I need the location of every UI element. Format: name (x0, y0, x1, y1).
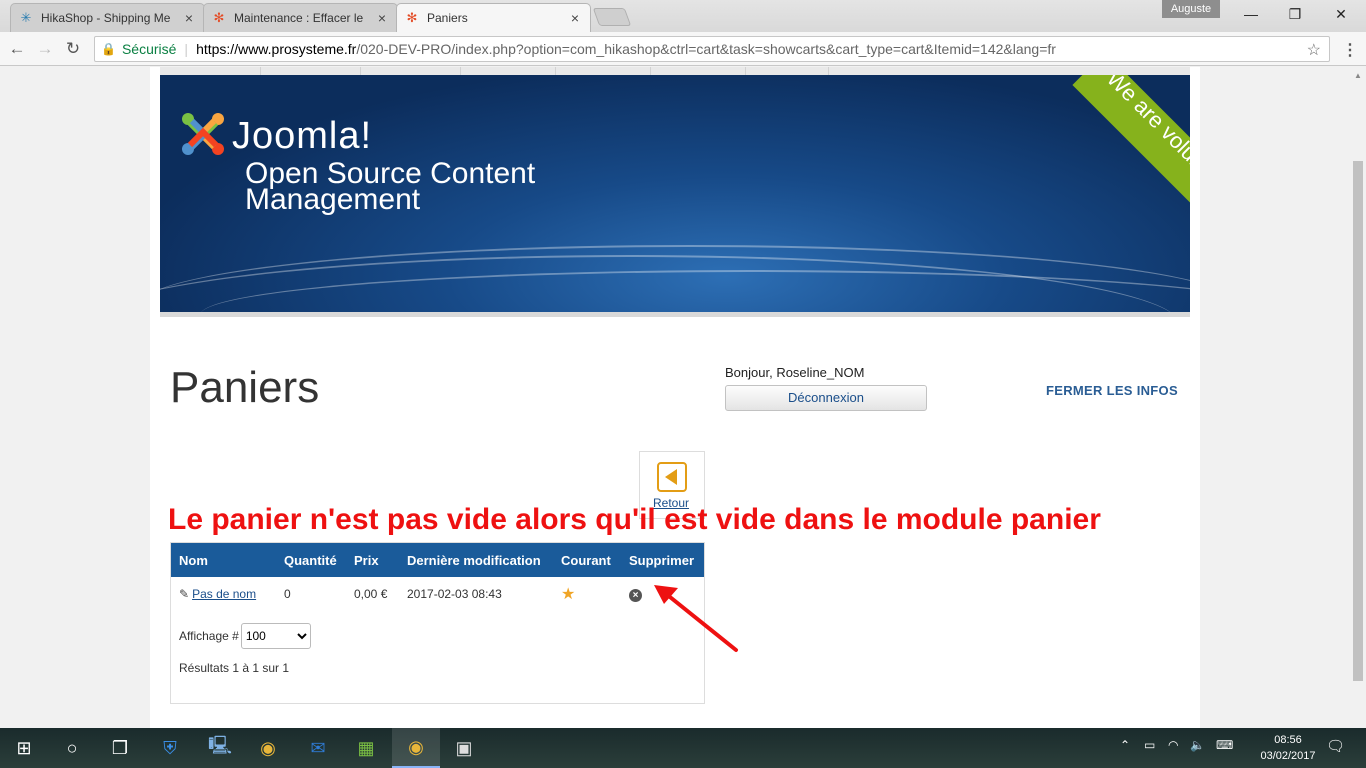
joomla-brand: Joomla! (232, 115, 373, 157)
joomla-icon: ✻ (213, 10, 225, 25)
network-pc-icon[interactable]: 🖳 (196, 728, 244, 768)
clock-time: 08:56 (1274, 734, 1302, 746)
studio-app-icon[interactable]: ▣ (440, 728, 488, 768)
defender-icon[interactable]: ⛨ (146, 728, 194, 768)
volunteers-ribbon: We are volunteers ! (1072, 75, 1190, 248)
task-view-icon[interactable]: ❐ (96, 728, 144, 768)
battery-icon[interactable]: ▭ (1144, 738, 1155, 752)
joomla-icon: ✻ (406, 10, 418, 25)
quantity-cell: 0 (284, 587, 291, 601)
notifications-icon[interactable]: 🗨 (1326, 737, 1345, 755)
tab-title: Paniers (427, 11, 468, 25)
taskbar-clock[interactable]: 08:56 03/02/2017 (1258, 732, 1318, 764)
outlook-icon[interactable]: ✉ (294, 728, 342, 768)
tab-maintenance[interactable]: ✻ Maintenance : Effacer le × (203, 3, 398, 32)
scrollbar-thumb[interactable] (1353, 161, 1363, 681)
banner-divider (160, 312, 1190, 317)
display-label: Affichage # (179, 629, 239, 643)
tab-paniers[interactable]: ✻ Paniers × (396, 3, 591, 32)
back-arrow-icon (657, 462, 687, 492)
minimize-icon[interactable]: — (1228, 4, 1274, 24)
forward-icon[interactable]: → (34, 38, 56, 60)
close-icon[interactable]: × (375, 10, 389, 26)
column-header[interactable]: Quantité (276, 543, 346, 577)
cart-list-panel: Nom Quantité Prix Dernière modification … (170, 542, 705, 704)
cart-name-link[interactable]: Pas de nom (192, 587, 256, 601)
lock-icon: 🔒 (101, 42, 116, 56)
current-cell: ★ (553, 577, 621, 611)
reload-icon[interactable]: ↻ (62, 38, 84, 60)
windows-taskbar: ⊞ ○ ❐ ⛨ 🖳 ◉ ✉ ▦ ◉ ▣ ⌃ ▭ ◠ 🔈 ⌨ 08:56 03/0… (0, 728, 1366, 768)
cart-table: Nom Quantité Prix Dernière modification … (171, 543, 704, 611)
browser-menu-icon[interactable]: ⋮ (1342, 40, 1358, 60)
restore-icon[interactable]: ❐ (1272, 4, 1318, 24)
secure-label: Sécurisé (121, 41, 177, 57)
divider: | (184, 41, 189, 57)
column-header[interactable]: Prix (346, 543, 399, 577)
tray-chevron-icon[interactable]: ⌃ (1120, 738, 1130, 752)
price-cell: 0,00 € (354, 587, 388, 601)
browser-toolbar: ← → ↻ 🔒 Sécurisé | https://www.prosystem… (0, 32, 1366, 66)
back-icon[interactable]: ← (6, 38, 28, 60)
close-info-link[interactable]: FERMER LES INFOS (1046, 383, 1178, 398)
cortana-icon[interactable]: ○ (48, 728, 96, 768)
table-header-row: Nom Quantité Prix Dernière modification … (171, 543, 704, 577)
tab-title: HikaShop - Shipping Me (41, 11, 171, 25)
keyboard-icon[interactable]: ⌨ (1216, 738, 1233, 752)
delete-icon[interactable]: × (629, 588, 642, 602)
chrome-icon[interactable]: ◉ (244, 728, 292, 768)
column-header[interactable]: Dernière modification (399, 543, 553, 577)
chrome-active-icon[interactable]: ◉ (392, 728, 440, 768)
column-header[interactable]: Nom (171, 543, 276, 577)
clock-date: 03/02/2017 (1260, 750, 1316, 762)
close-icon[interactable]: × (182, 10, 196, 26)
column-header[interactable]: Courant (553, 543, 621, 577)
tab-title: Maintenance : Effacer le (234, 11, 364, 25)
page-scrollbar[interactable]: ▲ (1350, 67, 1366, 728)
tagline-line2: Management (245, 183, 421, 216)
cart-name-cell: ✎ Pas de nom (171, 577, 276, 611)
column-header[interactable]: Supprimer (621, 543, 704, 577)
top-menu-strip[interactable] (160, 67, 1190, 75)
pagination-display: Affichage # 100 (179, 623, 311, 649)
url-host: https://www.prosysteme.fr (196, 41, 357, 57)
windows-start-icon[interactable]: ⊞ (0, 728, 48, 768)
red-arrow-annotation (654, 585, 738, 652)
joomla-logo-icon (182, 113, 224, 155)
close-window-icon[interactable]: ✕ (1318, 4, 1364, 24)
modified-cell: 2017-02-03 08:43 (407, 587, 502, 601)
edit-pencil-icon[interactable]: ✎ (179, 587, 189, 601)
results-count: Résultats 1 à 1 sur 1 (179, 661, 290, 675)
profile-badge[interactable]: Auguste (1162, 0, 1220, 18)
site-banner: Joomla! Open Source Content Management W… (160, 75, 1190, 312)
site-container: Joomla! Open Source Content Management W… (150, 67, 1200, 728)
banner-tagline: Open Source Content Management (245, 159, 535, 216)
wifi-icon[interactable]: ◠ (1168, 738, 1178, 752)
logout-button[interactable]: Déconnexion (725, 385, 927, 411)
bookmark-star-icon[interactable]: ☆ (1307, 40, 1321, 60)
volume-icon[interactable]: 🔈 (1190, 738, 1205, 752)
url-path: /020-DEV-PRO/index.php?option=com_hikash… (356, 41, 1056, 57)
browser-tab-bar: ✳ HikaShop - Shipping Me × ✻ Maintenance… (0, 0, 1366, 32)
new-tab-button[interactable] (592, 8, 632, 26)
address-bar[interactable]: 🔒 Sécurisé | https://www.prosysteme.fr /… (94, 36, 1330, 62)
current-star-icon[interactable]: ★ (561, 586, 575, 603)
annotation-text: Le panier n'est pas vide alors qu'il est… (168, 503, 1101, 536)
spreadsheet-icon[interactable]: ▦ (342, 728, 390, 768)
hikashop-icon: ✳ (20, 10, 32, 25)
display-count-select[interactable]: 100 (240, 623, 311, 649)
page-viewport: Joomla! Open Source Content Management W… (0, 67, 1350, 728)
table-row: ✎ Pas de nom 0 0,00 € 2017-02-03 08:43 ★ … (171, 577, 704, 611)
page-title: Paniers (170, 363, 320, 412)
user-greeting: Bonjour, Roseline_NOM (725, 365, 865, 380)
tab-hikashop[interactable]: ✳ HikaShop - Shipping Me × (10, 3, 205, 32)
scroll-up-icon[interactable]: ▲ (1354, 71, 1362, 80)
close-icon[interactable]: × (568, 10, 582, 26)
